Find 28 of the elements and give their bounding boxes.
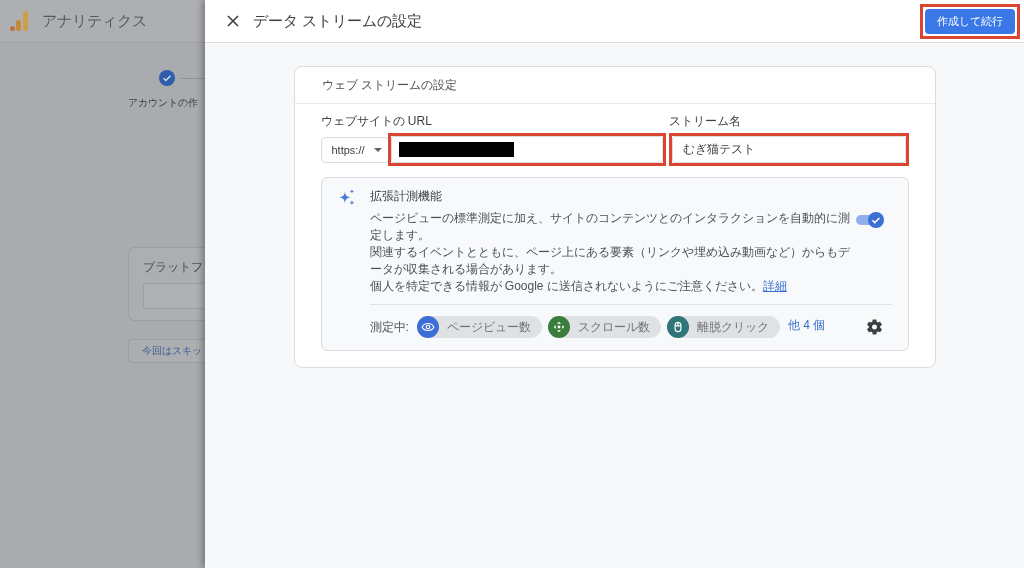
- section-title: 拡張計測機能: [369, 189, 442, 204]
- chip-label: スクロール数: [577, 318, 650, 336]
- settings-icon[interactable]: [866, 319, 882, 335]
- caret-icon: [373, 147, 382, 152]
- step-label: アカウントの作: [128, 96, 199, 110]
- details-link[interactable]: 詳細: [762, 279, 787, 293]
- stream-name-field[interactable]: むぎ猫テスト: [671, 136, 906, 163]
- app-name: アナリティクス: [42, 11, 147, 31]
- protocol-select[interactable]: https://: [320, 136, 389, 163]
- description-text: 関連するイベントとともに、ページ上にある要素（リンクや埋め込み動画など）からもデータが収集される場合があります。: [369, 244, 850, 278]
- input-field[interactable]: [143, 283, 205, 309]
- card-title: ウェブ ストリームの設定: [321, 76, 457, 94]
- field-label: ウェブサイトの URL: [320, 113, 433, 130]
- close-icon[interactable]: [227, 15, 239, 27]
- card-title: プラットフ: [143, 259, 204, 276]
- measuring-label: 測定中:: [369, 318, 409, 336]
- dialog-title: データ ストリームの設定: [253, 11, 423, 31]
- sparkle-icon: [338, 189, 355, 205]
- chip-label: 離脱クリック: [696, 318, 769, 336]
- bar-logo-icon: [10, 11, 28, 31]
- create-and-continue-button[interactable]: 作成して続行: [925, 8, 1015, 34]
- description-text: 個人を特定できる情報が Google に送信されないようにご注意ください。詳細: [369, 278, 788, 295]
- more-metrics-link[interactable]: 他 4 個: [787, 317, 826, 334]
- description-text: ページビューの標準測定に加え、サイトのコンテンツとのインタラクションを自動的に測定します。: [369, 210, 850, 244]
- field-label: ストリーム名: [668, 113, 742, 130]
- chip-label: ページビュー数: [446, 318, 531, 336]
- skip-button[interactable]: 今回はスキッ: [128, 339, 205, 363]
- toggle-switch[interactable]: [855, 212, 884, 228]
